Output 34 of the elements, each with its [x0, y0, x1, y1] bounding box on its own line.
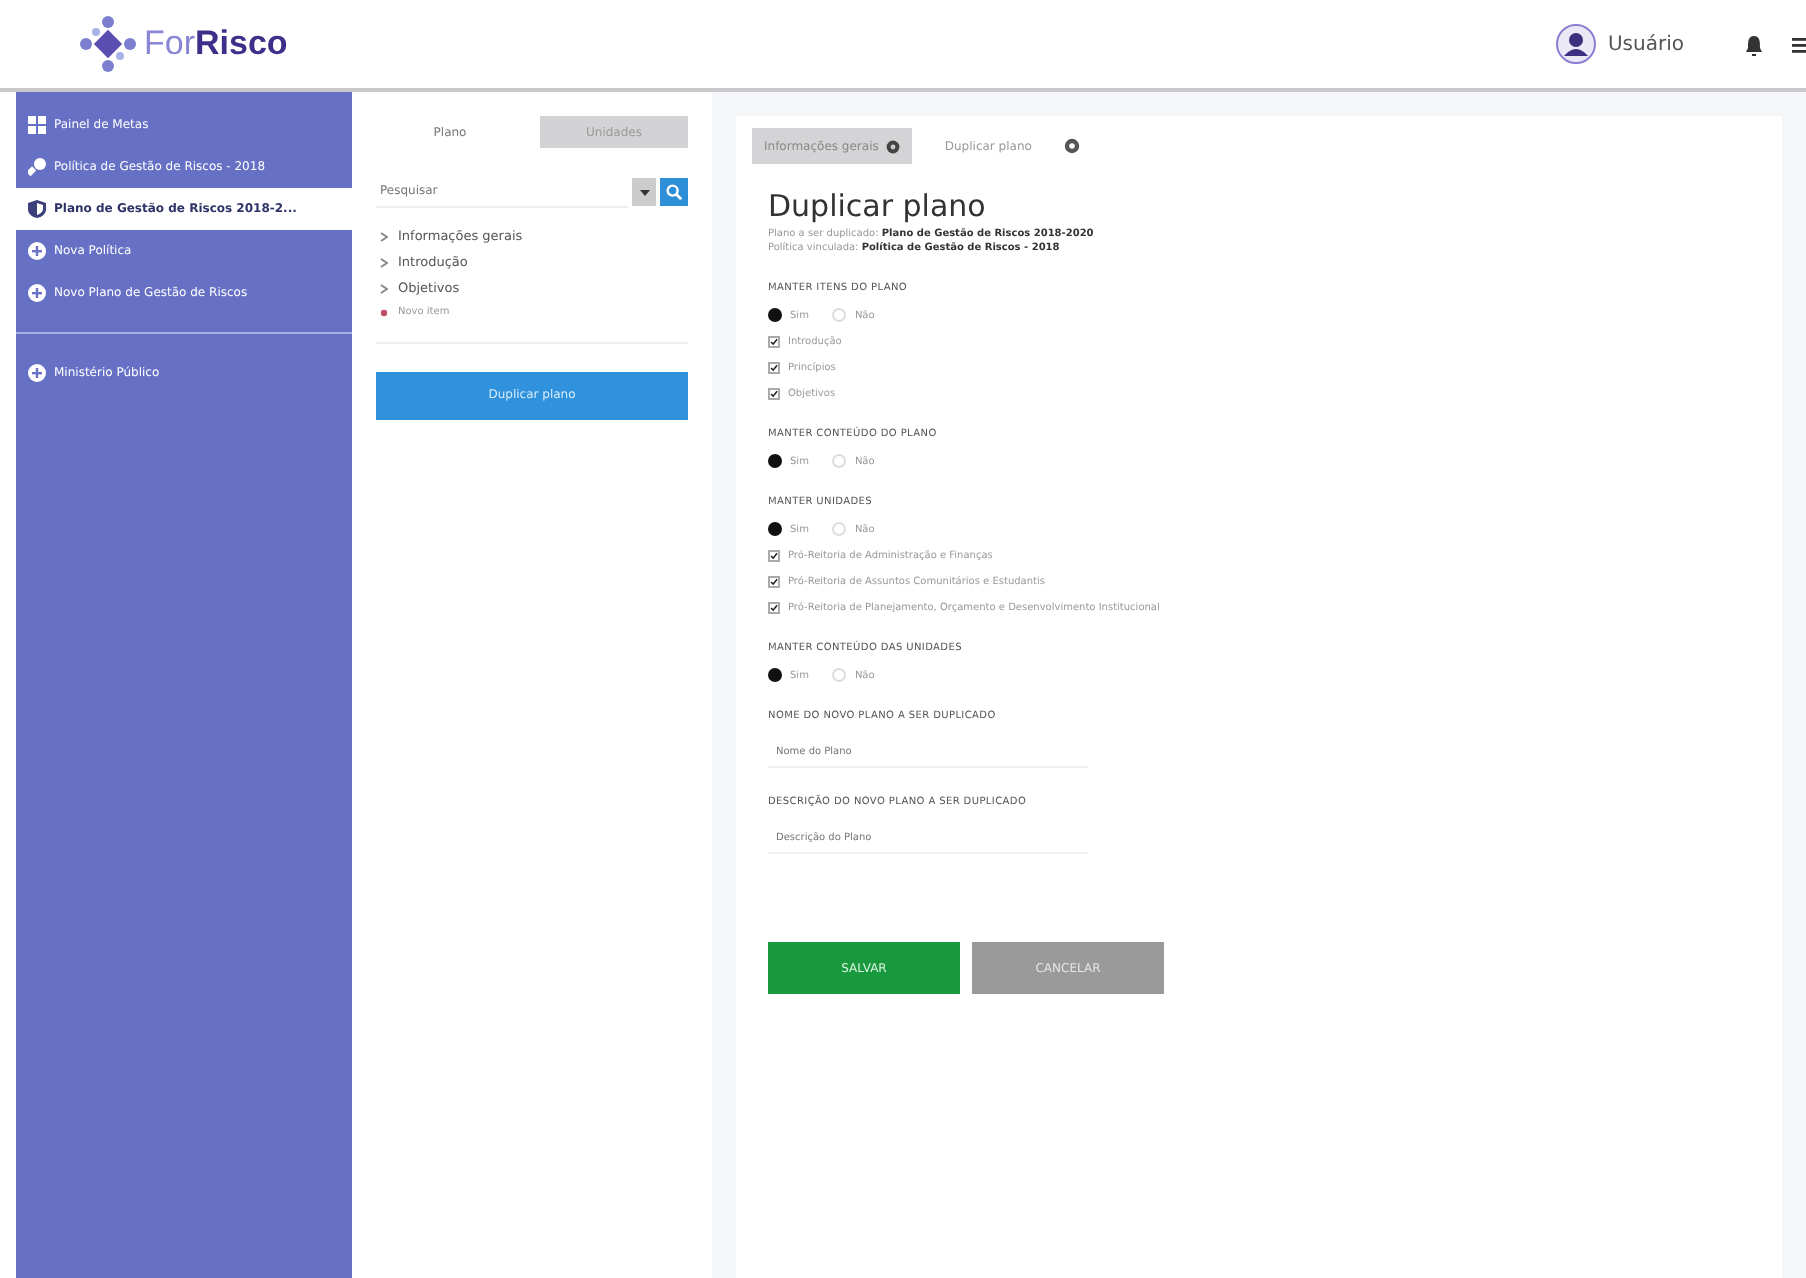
- grid-icon: [28, 116, 46, 134]
- checkbox[interactable]: [768, 388, 780, 400]
- chevron-icon: [380, 257, 388, 267]
- menu-icon: [1792, 35, 1806, 53]
- search-icon: [666, 184, 682, 200]
- search-button[interactable]: [660, 178, 688, 206]
- dot-icon: [380, 307, 388, 317]
- user-name[interactable]: Usuário: [1607, 33, 1684, 55]
- checkbox[interactable]: [768, 550, 780, 562]
- dropdown-button[interactable]: [632, 178, 656, 206]
- chevron-icon: [380, 231, 388, 241]
- radio-button[interactable]: [768, 668, 782, 682]
- plus-circle-icon: [28, 284, 46, 302]
- gear-icon: [886, 139, 901, 153]
- avatar-icon: [1555, 24, 1596, 64]
- checkbox[interactable]: [768, 576, 780, 588]
- radio-button[interactable]: [768, 454, 782, 468]
- plus-circle-icon: [28, 364, 46, 382]
- shield-icon: [28, 200, 46, 218]
- logo-icon: [80, 16, 136, 72]
- checkbox[interactable]: [768, 362, 780, 374]
- settings-button[interactable]: [1063, 138, 1080, 154]
- caret-icon: [639, 189, 649, 195]
- checkbox[interactable]: [768, 336, 780, 348]
- chevron-icon: [380, 283, 388, 293]
- radio-button[interactable]: [768, 308, 782, 322]
- checkbox[interactable]: [768, 602, 780, 614]
- radio-button[interactable]: [768, 522, 782, 536]
- page-title: Duplicar plano: [768, 188, 988, 224]
- bell-icon: [1744, 33, 1764, 55]
- logo[interactable]: ForRisco: [144, 24, 288, 64]
- wrench-icon: [28, 158, 46, 176]
- settings-icon: [1063, 138, 1080, 154]
- plus-circle-icon: [28, 242, 46, 260]
